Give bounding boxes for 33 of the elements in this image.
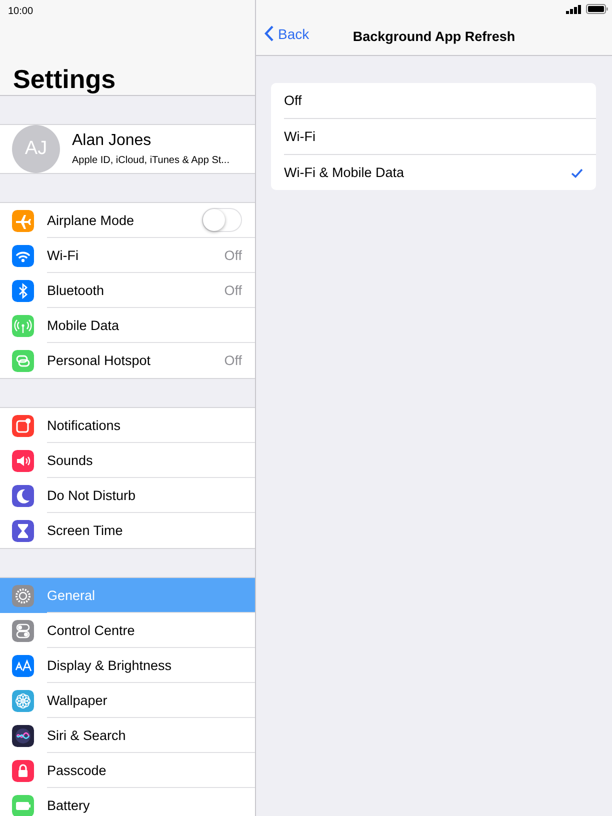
settings-row[interactable]: Do Not Disturb [0, 478, 255, 513]
option-row[interactable]: Off [284, 83, 596, 119]
settings-row[interactable]: Control Centre [0, 613, 255, 648]
settings-row[interactable]: Bluetooth Off [0, 273, 255, 308]
settings-title: Settings [12, 64, 116, 95]
settings-row[interactable]: Wallpaper [0, 683, 255, 718]
avatar: AJ [12, 125, 60, 173]
profile-subtitle: Apple ID, iCloud, iTunes & App St... [72, 155, 230, 166]
status-value: Off [224, 248, 242, 262]
battery-icon [586, 4, 608, 14]
settings-row[interactable]: Airplane Mode [0, 203, 255, 238]
option-row[interactable]: Wi-Fi [284, 119, 596, 155]
page-title: Background App Refresh [352, 29, 516, 44]
status-value: Off [224, 353, 242, 368]
profile-name: Alan Jones [72, 132, 152, 150]
status-time: 10:00 [8, 6, 34, 19]
settings-row[interactable]: Notifications [0, 408, 255, 443]
settings-row[interactable]: Wi-Fi Off [0, 238, 255, 273]
settings-row[interactable]: Personal Hotspot Off [0, 343, 255, 378]
settings-row[interactable]: Siri & Search [0, 718, 255, 753]
toggle-switch[interactable] [202, 208, 242, 232]
settings-row[interactable]: Display & Brightness [0, 648, 255, 683]
signal-icon [566, 4, 582, 14]
status-value: Off [224, 282, 242, 298]
settings-row[interactable]: Battery [0, 788, 255, 816]
chevron-left-icon [264, 25, 274, 42]
settings-row[interactable]: Mobile Data [0, 308, 255, 343]
settings-row[interactable]: Passcode [0, 753, 255, 788]
settings-row[interactable]: Sounds [0, 443, 255, 478]
profile-row[interactable]: AJ Alan Jones Apple ID, iCloud, iTunes & App St... [0, 124, 255, 174]
option-row[interactable]: Wi-Fi & Mobile Data [284, 155, 596, 190]
back-button[interactable]: Back [264, 25, 310, 42]
settings-row[interactable]: Screen Time [0, 513, 255, 548]
